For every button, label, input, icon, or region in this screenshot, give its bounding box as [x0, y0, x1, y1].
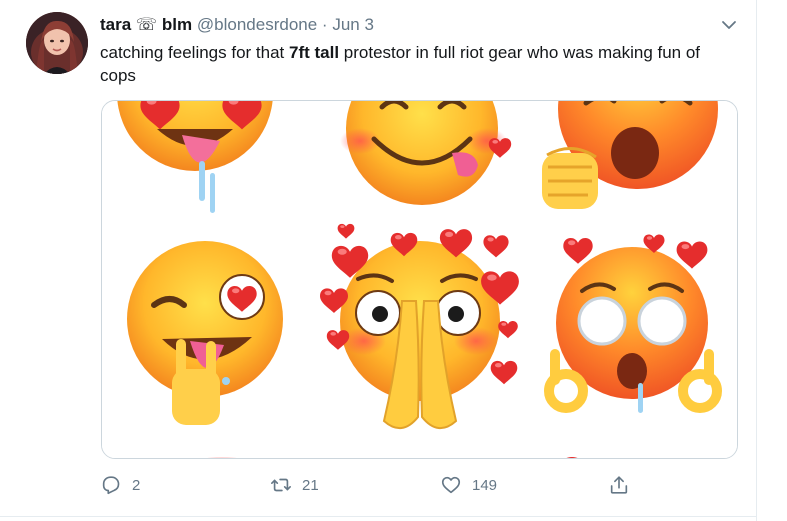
- share-icon: [610, 476, 628, 494]
- like-button[interactable]: 149: [440, 470, 497, 500]
- like-count: 149: [472, 476, 498, 494]
- display-name[interactable]: tara: [100, 15, 131, 34]
- tweet-divider: [0, 516, 757, 517]
- heart-icon: [441, 476, 461, 494]
- name-phone-symbol: ☏: [135, 15, 158, 34]
- display-name-suffix[interactable]: blm: [162, 15, 192, 34]
- tweet-media-image[interactable]: [101, 100, 738, 459]
- tweet[interactable]: tara ☏ blm @blondesrdone · Jun 3 catchin…: [0, 0, 757, 521]
- tweet-date[interactable]: Jun 3: [332, 15, 374, 34]
- tweet-text: catching feelings for that 7ft tall prot…: [100, 41, 740, 87]
- chevron-down-icon[interactable]: [720, 16, 738, 34]
- retweet-count: 21: [302, 476, 319, 494]
- reply-icon: [102, 476, 120, 495]
- tweet-text-start: catching feelings for that: [100, 43, 290, 62]
- avatar-image: [26, 12, 88, 74]
- emoji-raised-fist: [542, 147, 598, 209]
- reply-count: 2: [132, 476, 141, 494]
- tweet-header: tara ☏ blm @blondesrdone · Jun 3: [100, 14, 374, 36]
- separator-dot: ·: [321, 15, 328, 34]
- retweet-button[interactable]: 21: [270, 470, 319, 500]
- emoji-collage: [102, 101, 737, 458]
- share-button[interactable]: [608, 470, 630, 500]
- user-handle[interactable]: @blondesrdone: [197, 15, 317, 34]
- tweet-text-bold: 7ft tall: [289, 43, 340, 62]
- reply-button[interactable]: 2: [100, 470, 140, 500]
- retweet-icon: [271, 478, 291, 492]
- user-avatar[interactable]: [26, 12, 88, 74]
- tweet-actions: 2 21 149: [100, 470, 660, 500]
